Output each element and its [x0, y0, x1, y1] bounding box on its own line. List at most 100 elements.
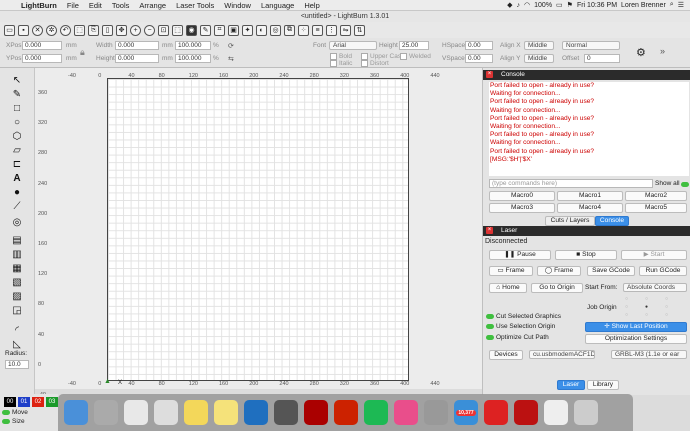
menu-arrange[interactable]: Arrange [134, 1, 171, 10]
dock-finder-icon[interactable] [64, 400, 88, 425]
group-icon[interactable]: ▨ [10, 290, 24, 302]
menu-laser-tools[interactable]: Laser Tools [171, 1, 219, 10]
width-field[interactable]: 0.000 [115, 41, 159, 50]
home-button[interactable]: ⌂ Home [489, 283, 527, 293]
origin-radio-br[interactable]: ○ [665, 312, 668, 318]
distort-checkbox[interactable]: Distort [361, 60, 389, 67]
list-icon[interactable]: ☰ [678, 1, 684, 9]
offset-field[interactable]: 0 [584, 54, 620, 63]
welded-checkbox[interactable]: Welded [400, 53, 431, 60]
start-from-select[interactable]: Absolute Coords [623, 283, 687, 292]
vspace-field[interactable]: 0.00 [465, 54, 493, 63]
fit-icon[interactable]: ⬚ [74, 24, 85, 36]
dock-itunes-icon[interactable] [394, 400, 418, 425]
ellipse-tool-icon[interactable]: ○ [10, 116, 24, 128]
trace-icon[interactable]: ✦ [242, 24, 253, 36]
show-last-position-button[interactable]: ✛ Show Last Position [585, 322, 687, 332]
optimization-settings-button[interactable]: Optimization Settings [585, 334, 687, 344]
image-icon[interactable]: ▣ [228, 24, 239, 36]
menu-app[interactable]: LightBurn [16, 1, 62, 10]
cut-selected-toggle[interactable]: Cut Selected Graphics [486, 313, 561, 320]
aligny-select[interactable]: Middle [524, 54, 554, 63]
dock-quicktime-icon[interactable] [244, 400, 268, 425]
font-height-field[interactable]: 25.00 [399, 41, 429, 50]
align-left-icon[interactable]: ▤ [10, 234, 24, 246]
clock[interactable]: Fri 10:36 PM [577, 2, 617, 9]
chamfer-tool-icon[interactable]: ◺ [10, 338, 24, 350]
radius-field[interactable]: 10.0 [5, 360, 29, 369]
move-icon[interactable]: ✥ [116, 24, 127, 36]
flip-v-icon[interactable]: ⇅ [354, 24, 365, 36]
tab-console[interactable]: Console [595, 216, 629, 226]
save-icon[interactable]: ▪ [18, 24, 29, 36]
port-select[interactable]: cu.usbmodemACF1D [529, 350, 595, 359]
dock-preview-icon[interactable] [154, 400, 178, 425]
origin-radio-tl[interactable]: ○ [625, 296, 628, 302]
weld-icon[interactable]: ⧉ [284, 24, 295, 36]
height-pct-field[interactable]: 100.000 [175, 54, 211, 63]
size-toggle[interactable]: Size [2, 418, 25, 425]
close-icon[interactable]: ✕ [32, 24, 43, 36]
macro2-button[interactable]: Macro2 [625, 191, 687, 201]
volume-icon[interactable]: ♪ [517, 2, 521, 9]
alignx-select[interactable]: Middle [524, 41, 554, 50]
lock-icon[interactable]: 🔒︎ [80, 47, 85, 58]
rotate-icon[interactable]: ⟳ [228, 42, 234, 50]
open-folder-icon[interactable]: ▭ [4, 24, 15, 36]
frame-circle-button[interactable]: ◯ Frame [537, 266, 581, 276]
dock-trash-icon[interactable] [574, 400, 598, 425]
measure-tool-icon[interactable]: ⟋ [10, 200, 24, 212]
macro4-button[interactable]: Macro4 [557, 203, 623, 213]
text-tool-icon[interactable]: A [10, 172, 24, 184]
edit-nodes-icon[interactable]: ▱ [10, 144, 24, 156]
origin-radio-bl[interactable]: ○ [625, 312, 628, 318]
job-origin-grid[interactable]: ○ ○ ○ ○ ● ○ ○ ○ ○ [621, 296, 679, 320]
pen-tool-icon[interactable]: ✎ [10, 88, 24, 100]
stop-button[interactable]: ■ Stop [555, 250, 617, 260]
hspace-field[interactable]: 0.00 [465, 41, 493, 50]
undo-icon[interactable]: ↶ [60, 24, 71, 36]
dock-photo-icon[interactable] [424, 400, 448, 425]
macro3-button[interactable]: Macro3 [489, 203, 555, 213]
dock-stickies-icon[interactable] [214, 400, 238, 425]
layer-02[interactable]: 02 [32, 397, 44, 407]
align-right-icon[interactable]: ▥ [10, 248, 24, 260]
dock-calendar-icon[interactable] [484, 400, 508, 425]
tab-cuts-layers[interactable]: Cuts / Layers [545, 216, 595, 226]
battery-icon[interactable]: ▭ [556, 1, 563, 9]
corner-tool-icon[interactable]: ◜ [10, 324, 24, 336]
zoom-frame-icon[interactable]: ⊡ [158, 24, 169, 36]
origin-radio-mc[interactable]: ● [645, 304, 648, 310]
dock-acrobat-icon[interactable] [334, 400, 358, 425]
align-icon[interactable]: ≡ [312, 24, 323, 36]
crop-tool-icon[interactable]: ⊏ [10, 158, 24, 170]
search-icon[interactable]: ⌕ [670, 1, 674, 9]
origin-radio-tr[interactable]: ○ [665, 296, 668, 302]
pause-button[interactable]: ❚❚ Pause [489, 250, 551, 260]
tab-library[interactable]: Library [587, 380, 619, 390]
flag-icon[interactable]: ⚑ [567, 1, 573, 9]
array-icon[interactable]: ⁘ [298, 24, 309, 36]
laser-close-icon[interactable]: × [486, 227, 493, 234]
ungroup-icon[interactable]: ◲ [10, 304, 24, 316]
gear-icon[interactable]: ✲ [46, 24, 57, 36]
edit-icon[interactable]: ✎ [200, 24, 211, 36]
start-button[interactable]: ▶ Start [621, 250, 687, 260]
menu-tools[interactable]: Tools [107, 1, 135, 10]
boolean-icon[interactable]: ◐ [256, 24, 267, 36]
zoom-out-icon[interactable]: − [144, 24, 155, 36]
console-close-icon[interactable]: × [486, 71, 493, 78]
devices-button[interactable]: Devices [489, 350, 523, 360]
canvas-grid[interactable] [107, 78, 409, 381]
crop-icon[interactable]: ⌗ [214, 24, 225, 36]
menu-help[interactable]: Help [299, 1, 324, 10]
rectangle-tool-icon[interactable]: □ [10, 102, 24, 114]
font-select[interactable]: Arial [329, 41, 377, 50]
select-tool-icon[interactable]: ↖ [10, 74, 24, 86]
tab-laser[interactable]: Laser [557, 380, 585, 390]
align-top-icon[interactable]: ▦ [10, 262, 24, 274]
origin-radio-mr[interactable]: ○ [665, 304, 668, 310]
flip-h-icon[interactable]: ⇋ [340, 24, 351, 36]
italic-checkbox[interactable]: Italic [330, 60, 352, 67]
origin-radio-bc[interactable]: ○ [645, 312, 648, 318]
